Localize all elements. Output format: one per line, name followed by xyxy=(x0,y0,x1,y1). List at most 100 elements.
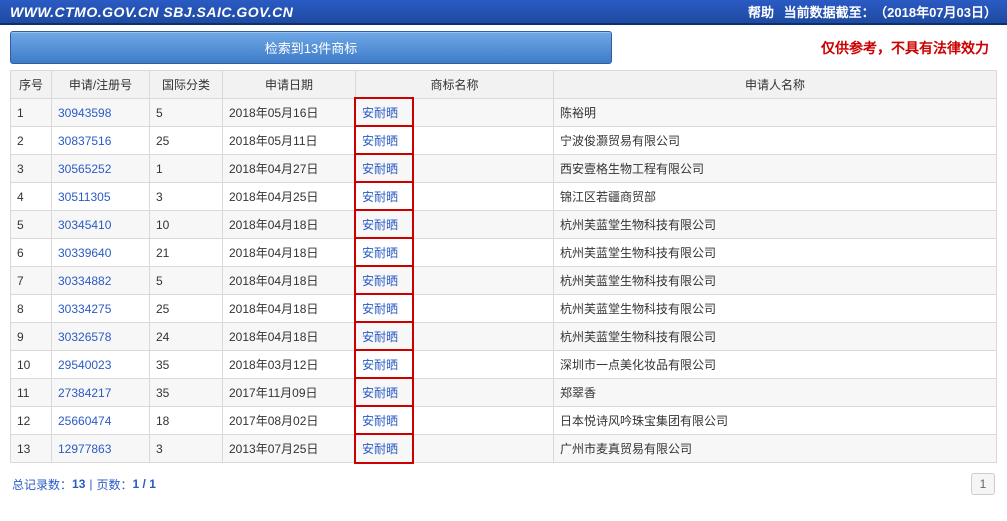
cell-appno: 30837516 xyxy=(52,127,150,155)
tmname-link[interactable]: 安耐晒 xyxy=(362,386,398,400)
appno-link[interactable]: 25660474 xyxy=(58,414,111,428)
total-count: 13 xyxy=(72,477,85,491)
cell-date: 2017年11月09日 xyxy=(223,379,356,407)
cell-date: 2018年04月18日 xyxy=(223,239,356,267)
cell-idx: 12 xyxy=(11,407,52,435)
result-count-banner[interactable]: 检索到13件商标 xyxy=(10,31,612,64)
cell-idx: 5 xyxy=(11,211,52,239)
appno-link[interactable]: 30837516 xyxy=(58,134,111,148)
cell-appno: 30565252 xyxy=(52,155,150,183)
table-row: 1029540023352018年03月12日安耐晒深圳市一点美化妆品有限公司 xyxy=(11,351,997,379)
cell-applicant: 日本悦诗风吟珠宝集团有限公司 xyxy=(554,407,997,435)
cell-class: 18 xyxy=(150,407,223,435)
cell-appno: 30326578 xyxy=(52,323,150,351)
total-label: 总记录数： xyxy=(12,476,72,493)
table-row: 43051130532018年04月25日安耐晒锦江区若疆商贸部 xyxy=(11,183,997,211)
appno-link[interactable]: 30511305 xyxy=(58,190,111,204)
appno-link[interactable]: 29540023 xyxy=(58,358,111,372)
tmname-link[interactable]: 安耐晒 xyxy=(362,358,398,372)
cell-date: 2018年04月18日 xyxy=(223,295,356,323)
tmname-link[interactable]: 安耐晒 xyxy=(362,414,398,428)
tmname-link[interactable]: 安耐晒 xyxy=(362,274,398,288)
tmname-link[interactable]: 安耐晒 xyxy=(362,246,398,260)
table-header-row: 序号 申请/注册号 国际分类 申请日期 商标名称 申请人名称 xyxy=(11,71,997,99)
appno-link[interactable]: 30334275 xyxy=(58,302,111,316)
separator: | xyxy=(89,477,92,491)
appno-link[interactable]: 30334882 xyxy=(58,274,111,288)
data-asof-label: 当前数据截至： xyxy=(784,5,875,20)
cell-date: 2013年07月25日 xyxy=(223,435,356,463)
th-class: 国际分类 xyxy=(150,71,223,99)
page-number-box[interactable]: 1 xyxy=(971,473,995,495)
th-applicant: 申请人名称 xyxy=(554,71,997,99)
cell-date: 2018年04月27日 xyxy=(223,155,356,183)
th-tmname: 商标名称 xyxy=(356,71,554,99)
cell-date: 2018年04月18日 xyxy=(223,211,356,239)
topbar: WWW.CTMO.GOV.CN SBJ.SAIC.GOV.CN 帮助 当前数据截… xyxy=(0,0,1007,25)
data-asof: （2018年07月03日） xyxy=(881,5,997,20)
tmname-link[interactable]: 安耐晒 xyxy=(362,218,398,232)
tmname-link[interactable]: 安耐晒 xyxy=(362,134,398,148)
cell-applicant: 杭州芙蓝堂生物科技有限公司 xyxy=(554,211,997,239)
cell-tmname: 安耐晒 xyxy=(356,267,554,295)
table-row: 73033488252018年04月18日安耐晒杭州芙蓝堂生物科技有限公司 xyxy=(11,267,997,295)
cell-date: 2018年03月12日 xyxy=(223,351,356,379)
table-row: 830334275252018年04月18日安耐晒杭州芙蓝堂生物科技有限公司 xyxy=(11,295,997,323)
table-row: 13 12977863 32013年07月25日安耐晒 广州市麦真贸易有限公司 xyxy=(11,435,997,463)
tmname-link[interactable]: 安耐晒 xyxy=(362,302,398,316)
tmname-link[interactable]: 安耐晒 xyxy=(362,162,398,176)
cell-tmname: 安耐晒 xyxy=(356,407,554,435)
appno-link[interactable]: 27384217 xyxy=(58,386,111,400)
table-row: 5 30345410 102018年04月18日安耐晒 杭州芙蓝堂生物科技有限公司 xyxy=(11,211,997,239)
summary-row: 检索到13件商标 仅供参考，不具有法律效力 xyxy=(0,25,1007,66)
appno-link[interactable]: 30339640 xyxy=(58,246,111,260)
appno-link[interactable]: 30345410 xyxy=(58,218,111,232)
tmname-link[interactable]: 安耐晒 xyxy=(362,442,398,456)
cell-appno: 27384217 xyxy=(52,379,150,407)
cell-class: 3 xyxy=(150,435,223,463)
table-row: 630339640212018年04月18日安耐晒杭州芙蓝堂生物科技有限公司 xyxy=(11,239,997,267)
cell-idx: 13 xyxy=(11,435,52,463)
pages-value: 1 / 1 xyxy=(133,477,156,491)
appno-link[interactable]: 30326578 xyxy=(58,330,111,344)
table-row: 33056525212018年04月27日安耐晒西安壹格生物工程有限公司 xyxy=(11,155,997,183)
cell-class: 5 xyxy=(150,267,223,295)
site-url: WWW.CTMO.GOV.CN SBJ.SAIC.GOV.CN xyxy=(10,4,293,20)
cell-idx: 4 xyxy=(11,183,52,211)
appno-link[interactable]: 30943598 xyxy=(58,106,111,120)
table-row: 230837516252018年05月11日安耐晒宁波俊灏贸易有限公司 xyxy=(11,127,997,155)
cell-applicant: 陈裕明 xyxy=(554,99,997,127)
cell-idx: 9 xyxy=(11,323,52,351)
cell-idx: 7 xyxy=(11,267,52,295)
cell-date: 2017年08月02日 xyxy=(223,407,356,435)
cell-appno: 30345410 xyxy=(52,211,150,239)
cell-class: 10 xyxy=(150,211,223,239)
cell-applicant: 杭州芙蓝堂生物科技有限公司 xyxy=(554,267,997,295)
footer: 总记录数： 13 | 页数： 1 / 1 1 xyxy=(0,467,1007,505)
appno-link[interactable]: 12977863 xyxy=(58,442,111,456)
tmname-link[interactable]: 安耐晒 xyxy=(362,106,398,120)
cell-applicant: 广州市麦真贸易有限公司 xyxy=(554,435,997,463)
tmname-link[interactable]: 安耐晒 xyxy=(362,330,398,344)
cell-tmname: 安耐晒 xyxy=(356,295,554,323)
cell-applicant: 深圳市一点美化妆品有限公司 xyxy=(554,351,997,379)
appno-link[interactable]: 30565252 xyxy=(58,162,111,176)
th-appno: 申请/注册号 xyxy=(52,71,150,99)
table-row: 13094359852018年05月16日安耐晒陈裕明 xyxy=(11,99,997,127)
cell-appno: 29540023 xyxy=(52,351,150,379)
table-row: 12 25660474 182017年08月02日安耐晒 日本悦诗风吟珠宝集团有限公司 xyxy=(11,407,997,435)
cell-applicant: 锦江区若疆商贸部 xyxy=(554,183,997,211)
topbar-right: 帮助 当前数据截至： （2018年07月03日） xyxy=(742,2,997,21)
cell-class: 35 xyxy=(150,379,223,407)
cell-idx: 1 xyxy=(11,99,52,127)
cell-idx: 6 xyxy=(11,239,52,267)
table-row: 1127384217352017年11月09日安耐晒郑翠香 xyxy=(11,379,997,407)
tmname-link[interactable]: 安耐晒 xyxy=(362,190,398,204)
cell-tmname: 安耐晒 xyxy=(356,323,554,351)
cell-appno: 30511305 xyxy=(52,183,150,211)
pages-label: 页数： xyxy=(97,476,133,493)
help-link[interactable]: 帮助 xyxy=(748,5,774,20)
cell-class: 3 xyxy=(150,183,223,211)
cell-class: 5 xyxy=(150,99,223,127)
cell-tmname: 安耐晒 xyxy=(356,379,554,407)
